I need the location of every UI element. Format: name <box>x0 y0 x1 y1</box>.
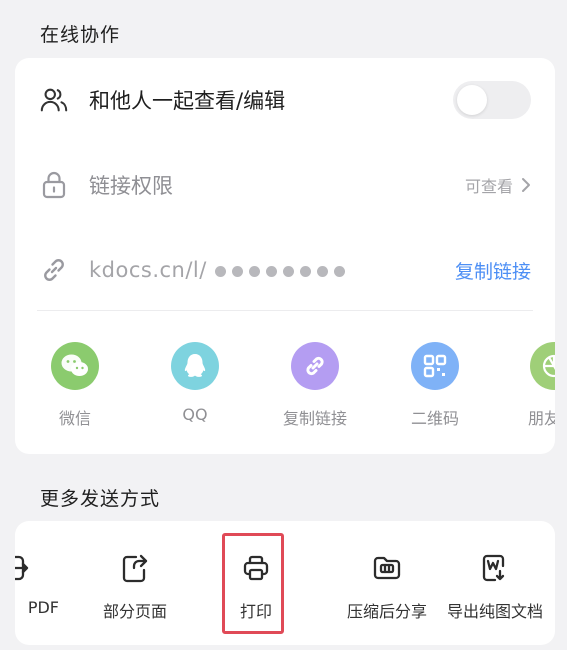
co-edit-row[interactable]: 和他人一起查看/编辑 <box>15 70 555 130</box>
share-moments[interactable]: 朋友 <box>505 342 555 429</box>
wechat-icon <box>51 342 99 390</box>
partial-page-item[interactable]: 部分页面 <box>95 551 175 622</box>
permission-value: 可查看 <box>464 177 513 196</box>
image-doc-item[interactable]: 导出纯图文档 <box>443 551 547 622</box>
more-send-card: PDF 部分页面 打印 压缩后分享 导出纯图文档 <box>15 521 555 645</box>
print-highlight-box <box>222 533 284 634</box>
link-permission-row[interactable]: 链接权限 可查看 <box>15 155 555 215</box>
copy-link-button[interactable]: 复制链接 <box>455 257 531 284</box>
more-item-label: 压缩后分享 <box>346 602 427 621</box>
compress-share-item[interactable]: 压缩后分享 <box>327 551 447 622</box>
more-item-label: 部分页面 <box>102 602 167 621</box>
share-qrcode[interactable]: 二维码 <box>385 342 485 429</box>
collab-card: 和他人一起查看/编辑 链接权限 可查看 kdocs.cn/l/ 复制链接 微信 … <box>15 58 555 454</box>
link-permission-label: 链接权限 <box>89 174 173 198</box>
more-section-title: 更多发送方式 <box>40 488 161 510</box>
share-copy-link[interactable]: 复制链接 <box>265 342 365 429</box>
toggle-knob <box>457 85 487 115</box>
masked-link-dots <box>214 265 345 277</box>
share-link-prefix: kdocs.cn/l/ <box>89 258 207 282</box>
image-doc-icon <box>443 551 547 585</box>
share-label: 二维码 <box>410 409 459 428</box>
permission-selector[interactable]: 可查看 <box>465 173 531 197</box>
qq-icon <box>171 342 219 390</box>
share-label: 朋友 <box>528 409 555 428</box>
export-pdf-item[interactable]: PDF <box>15 551 59 617</box>
people-icon <box>39 85 69 115</box>
share-label: QQ <box>182 405 208 424</box>
more-item-label: PDF <box>27 598 59 617</box>
lock-icon <box>39 170 69 200</box>
more-item-label: 导出纯图文档 <box>446 602 543 621</box>
share-link-text[interactable]: kdocs.cn/l/ <box>89 258 345 282</box>
share-label: 微信 <box>58 409 91 428</box>
share-wechat[interactable]: 微信 <box>25 342 125 429</box>
chevron-right-icon <box>521 177 531 193</box>
link-icon <box>291 342 339 390</box>
link-chain-icon <box>39 255 69 285</box>
partial-page-icon <box>95 551 175 585</box>
divider <box>37 310 533 311</box>
co-edit-toggle[interactable] <box>453 81 531 119</box>
share-qq[interactable]: QQ <box>145 342 245 424</box>
zip-folder-icon <box>327 551 447 585</box>
collab-section-title: 在线协作 <box>40 24 121 46</box>
co-edit-label: 和他人一起查看/编辑 <box>89 89 286 113</box>
moments-icon <box>530 342 555 390</box>
pdf-export-icon <box>15 551 59 585</box>
share-link-row: kdocs.cn/l/ 复制链接 <box>15 240 555 300</box>
share-label: 复制链接 <box>282 409 347 428</box>
qrcode-icon <box>411 342 459 390</box>
